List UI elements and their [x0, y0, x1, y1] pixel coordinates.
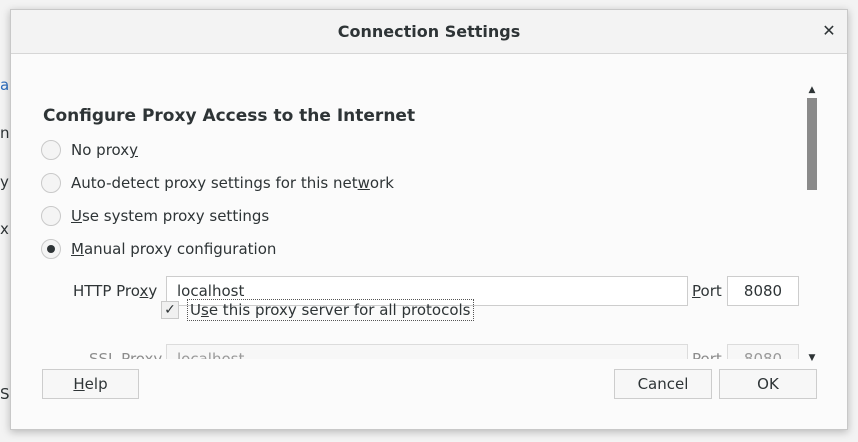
ssl-port-label: Port [692, 350, 722, 359]
proxy-section-heading: Configure Proxy Access to the Internet [43, 106, 416, 126]
use-proxy-for-all-checkbox-row[interactable]: ✓ Use this proxy server for all protocol… [161, 299, 474, 321]
http-port-input[interactable]: 8080 [727, 276, 799, 306]
dialog-titlebar: Connection Settings ✕ [11, 10, 847, 54]
dialog-title: Connection Settings [337, 22, 521, 41]
radio-label: No proxy [71, 141, 139, 159]
radio-button-checked[interactable] [41, 239, 61, 259]
radio-button[interactable] [41, 206, 61, 226]
dialog-content: Configure Proxy Access to the Internet N… [11, 54, 811, 359]
http-port-label: Port [692, 282, 722, 300]
help-button[interactable]: Help [42, 369, 139, 399]
ssl-proxy-label: SSL Proxy [89, 350, 163, 359]
radio-label: Manual proxy configuration [71, 240, 277, 258]
radio-auto-detect[interactable]: Auto-detect proxy settings for this netw… [41, 171, 394, 195]
scroll-up-icon[interactable]: ▲ [805, 84, 819, 96]
use-proxy-for-all-label: Use this proxy server for all protocols [187, 299, 474, 321]
radio-label: Auto-detect proxy settings for this netw… [71, 174, 394, 192]
background-text: y [0, 173, 9, 191]
radio-label: Use system proxy settings [71, 207, 270, 225]
cancel-button[interactable]: Cancel [614, 369, 712, 399]
background-text: n [0, 124, 10, 142]
ssl-proxy-input[interactable]: localhost [166, 344, 688, 359]
background-text: x [0, 220, 9, 238]
radio-manual-proxy[interactable]: Manual proxy configuration [41, 237, 276, 261]
scroll-thumb[interactable] [807, 98, 817, 190]
close-button[interactable]: ✕ [817, 19, 841, 43]
http-proxy-label: HTTP Proxy [73, 282, 158, 300]
ok-button[interactable]: OK [719, 369, 817, 399]
radio-no-proxy[interactable]: No proxy [41, 138, 138, 162]
radio-system-proxy[interactable]: Use system proxy settings [41, 204, 269, 228]
scroll-down-icon[interactable]: ▼ [805, 352, 819, 364]
connection-settings-dialog: Connection Settings ✕ Configure Proxy Ac… [10, 9, 848, 430]
use-proxy-for-all-checkbox[interactable]: ✓ [161, 301, 179, 319]
background-text: S [0, 385, 10, 403]
radio-button[interactable] [41, 173, 61, 193]
radio-button[interactable] [41, 140, 61, 160]
close-icon: ✕ [822, 21, 836, 40]
content-scrollbar[interactable]: ▲ ▼ [805, 84, 819, 364]
ssl-port-input[interactable]: 8080 [727, 344, 799, 359]
